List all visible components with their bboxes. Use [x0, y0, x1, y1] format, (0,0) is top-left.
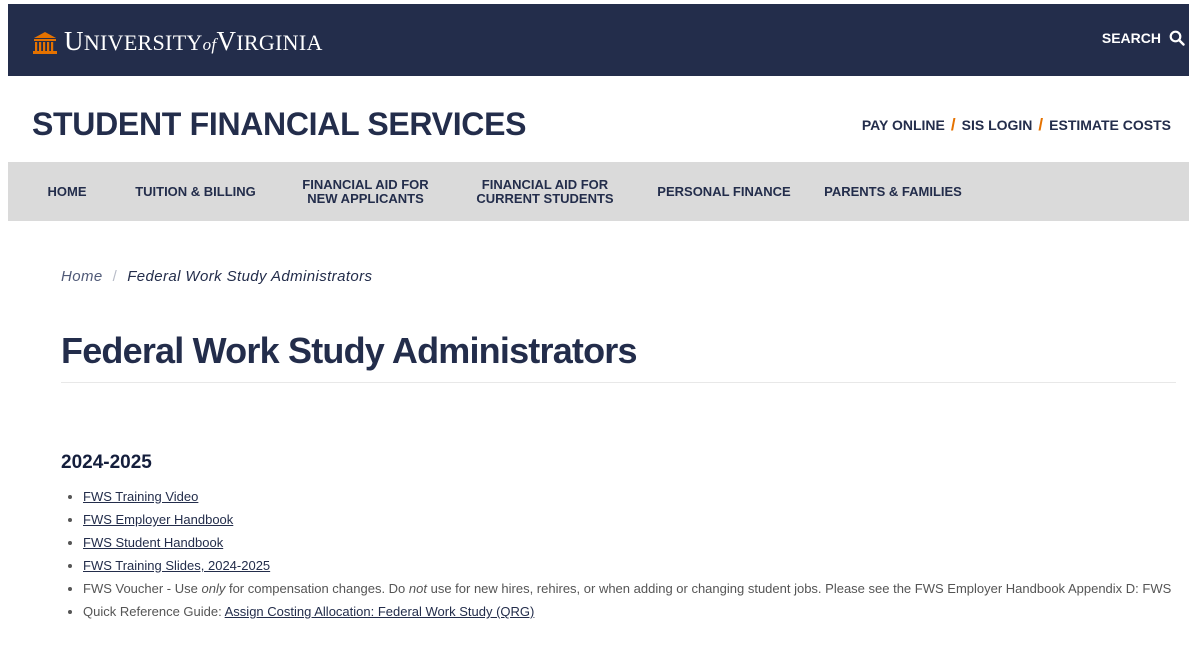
- quicklink-separator: /: [1038, 115, 1044, 134]
- resource-list: FWS Training Video FWS Employer Handbook…: [62, 485, 1172, 623]
- estimate-costs-link[interactable]: ESTIMATE COSTS: [1049, 117, 1171, 133]
- list-item: FWS Training Slides, 2024-2025: [83, 554, 1172, 577]
- search-button[interactable]: SEARCH: [1102, 30, 1185, 46]
- nav-item-tuition-billing[interactable]: TUITION & BILLING: [128, 162, 263, 221]
- breadcrumb-current: Federal Work Study Administrators: [127, 268, 373, 285]
- search-icon: [1169, 30, 1185, 46]
- fws-training-video-link[interactable]: FWS Training Video: [83, 489, 198, 504]
- nav-item-financial-aid-current-students[interactable]: FINANCIAL AID FOR CURRENT STUDENTS: [475, 162, 615, 221]
- section-heading: 2024-2025: [61, 452, 152, 473]
- quicklink-separator: /: [950, 115, 956, 134]
- university-wordmark: UNIVERSITYofVIRGINIA: [64, 26, 323, 56]
- main-navigation: HOME TUITION & BILLING FINANCIAL AID FOR…: [8, 162, 1189, 221]
- sis-login-link[interactable]: SIS LOGIN: [962, 117, 1033, 133]
- breadcrumb-separator: /: [112, 268, 118, 285]
- nav-item-personal-finance[interactable]: PERSONAL FINANCE: [654, 162, 794, 221]
- nav-item-financial-aid-new-applicants[interactable]: FINANCIAL AID FOR NEW APPLICANTS: [298, 162, 433, 221]
- fws-student-handbook-link[interactable]: FWS Student Handbook: [83, 535, 223, 550]
- list-item: FWS Training Video: [83, 485, 1172, 508]
- nav-item-home[interactable]: HOME: [42, 162, 92, 221]
- university-header-bar: UNIVERSITYofVIRGINIA SEARCH: [8, 4, 1189, 76]
- title-divider: [61, 382, 1176, 383]
- breadcrumb-home-link[interactable]: Home: [61, 268, 103, 285]
- list-item-qrg: Quick Reference Guide: Assign Costing Al…: [83, 600, 1172, 623]
- list-item: FWS Student Handbook: [83, 531, 1172, 554]
- breadcrumb: Home / Federal Work Study Administrators: [61, 268, 372, 285]
- list-item: FWS Employer Handbook: [83, 508, 1172, 531]
- site-title[interactable]: STUDENT FINANCIAL SERVICES: [32, 106, 526, 143]
- fws-employer-handbook-link[interactable]: FWS Employer Handbook: [83, 512, 233, 527]
- pay-online-link[interactable]: PAY ONLINE: [862, 117, 945, 133]
- uva-logo[interactable]: UNIVERSITYofVIRGINIA: [32, 26, 323, 57]
- qrg-link[interactable]: Assign Costing Allocation: Federal Work …: [225, 604, 535, 619]
- quick-links: PAY ONLINE / SIS LOGIN / ESTIMATE COSTS: [862, 115, 1171, 135]
- rotunda-icon: [33, 31, 57, 54]
- search-label: SEARCH: [1101, 30, 1161, 46]
- page-title: Federal Work Study Administrators: [61, 330, 638, 371]
- list-item-voucher: FWS Voucher - Use only for compensation …: [83, 578, 1172, 599]
- site-header: STUDENT FINANCIAL SERVICES PAY ONLINE / …: [0, 76, 1189, 162]
- nav-item-parents-families[interactable]: PARENTS & FAMILIES: [818, 162, 968, 221]
- fws-training-slides-link[interactable]: FWS Training Slides, 2024-2025: [83, 558, 270, 573]
